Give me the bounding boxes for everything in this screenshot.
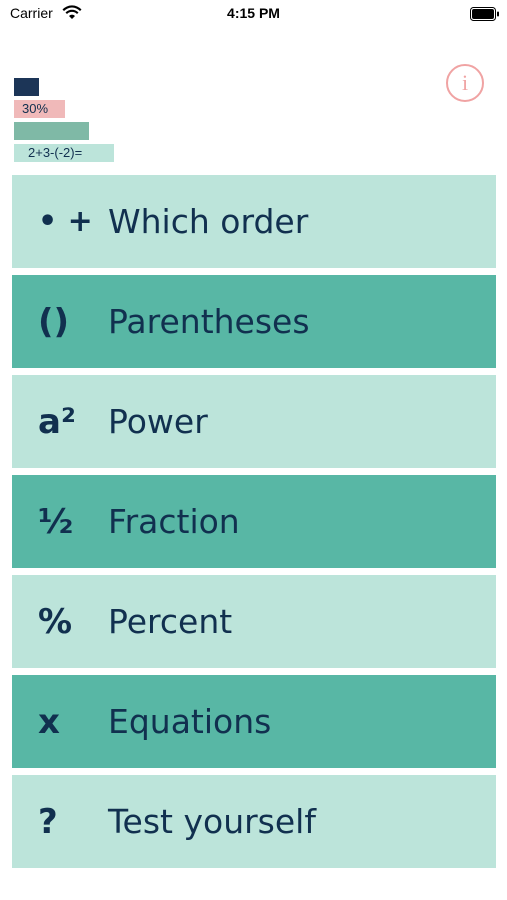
fraction-icon: ½ — [38, 501, 74, 542]
menu-item-power[interactable]: a² Power — [12, 375, 496, 468]
menu-item-label: Power — [108, 402, 208, 441]
menu-item-label: Percent — [108, 602, 233, 641]
menu-item-test-yourself[interactable]: ? Test yourself — [12, 775, 496, 868]
menu-item-which-order[interactable]: • + Which order — [12, 175, 496, 268]
menu-item-label: Parentheses — [108, 302, 310, 341]
parentheses-icon: () — [38, 301, 70, 342]
menu-item-equations[interactable]: x Equations — [12, 675, 496, 768]
example-expression: 2+3-(-2)= — [28, 145, 83, 160]
menu-item-percent[interactable]: % Percent — [12, 575, 496, 668]
example-expression-bar: 2+3-(-2)= — [14, 144, 114, 162]
battery-icon — [470, 7, 499, 21]
percent-icon: % — [38, 601, 73, 642]
menu-item-parentheses[interactable]: () Parentheses — [12, 275, 496, 368]
info-icon: i — [461, 70, 469, 95]
menu-item-label: Fraction — [108, 502, 240, 541]
variable-x-icon: x — [38, 701, 60, 742]
info-button[interactable]: i — [446, 64, 484, 102]
operations-icon: • + — [38, 204, 93, 239]
percent-badge: 30% — [14, 100, 65, 118]
menu-item-label: Test yourself — [108, 802, 316, 841]
menu-item-label: Equations — [108, 702, 272, 741]
question-mark-icon: ? — [38, 801, 58, 842]
teal-progress-bar — [14, 122, 89, 140]
status-bar: Carrier 4:15 PM — [0, 0, 507, 30]
menu-item-label: Which order — [108, 202, 309, 241]
menu-item-fraction[interactable]: ½ Fraction — [12, 475, 496, 568]
clock-time: 4:15 PM — [227, 5, 280, 21]
navy-progress-block — [14, 78, 39, 96]
topic-menu: • + Which order () Parentheses a² Power … — [12, 175, 496, 875]
power-icon: a² — [38, 401, 76, 442]
percent-label: 30% — [22, 101, 49, 116]
